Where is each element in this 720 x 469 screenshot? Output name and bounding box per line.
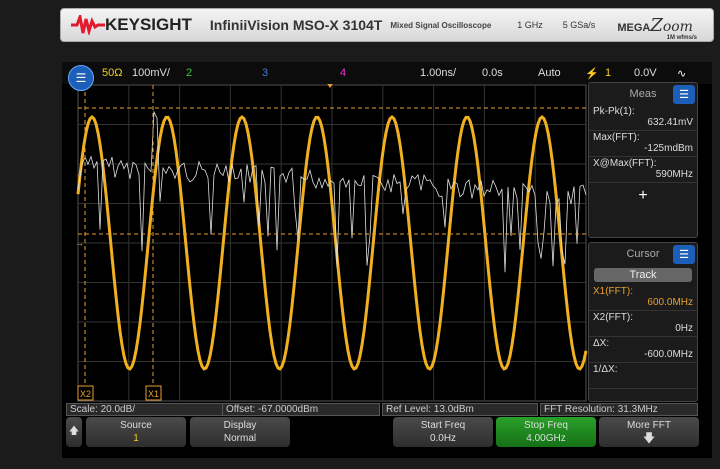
sample-rate-spec: 5 GSa/s — [562, 20, 596, 30]
fft-resolution: FFT Resolution: 31.3MHz — [540, 403, 698, 416]
ch1-scale[interactable]: 100mV/ — [132, 67, 170, 79]
cursor-row: X2(FFT): 0Hz — [589, 311, 697, 337]
add-measurement-button[interactable]: + — [589, 183, 697, 205]
ch3-label[interactable]: 3 — [262, 67, 268, 79]
fft-ref-level: Ref Level: 13.0dBm — [382, 403, 538, 416]
cursor-panel: Cursor ☰ Track X1(FFT): 600.0MHz X2(FFT): 0H… — [588, 242, 698, 402]
ch1-ground-marker: 1→ — [76, 238, 84, 248]
model-subtitle: Mixed Signal Oscilloscope — [390, 20, 492, 30]
cursor-mode-track[interactable]: Track — [594, 268, 692, 282]
meas-menu-button[interactable]: ☰ — [673, 85, 695, 104]
scope-screen: ☰ 50Ω 100mV/ 2 3 4 1.00ns/ 0.0s Auto ⚡ 1… — [62, 62, 712, 458]
meas-label: Max(FFT): — [593, 132, 640, 143]
cursor-title: Cursor — [626, 248, 660, 260]
trigger-edge-icon: ⚡ — [585, 67, 599, 80]
main-menu-button[interactable]: ☰ — [68, 65, 94, 91]
timebase[interactable]: 1.00ns/ — [420, 67, 456, 79]
meas-value: 632.41mV — [647, 117, 693, 128]
cursor-value: 600.0MHz — [647, 297, 693, 308]
meas-row: X@Max(FFT): 590MHz — [589, 157, 697, 183]
cursor-label: 1/ΔX: — [593, 364, 618, 375]
stop-freq-softkey[interactable]: Stop Freq 4.00GHz — [496, 417, 596, 447]
meas-label: X@Max(FFT): — [593, 158, 657, 169]
status-topbar: 50Ω 100mV/ 2 3 4 1.00ns/ 0.0s Auto ⚡ 1 0… — [62, 62, 712, 84]
more-fft-softkey[interactable]: More FFT 🡇 — [599, 417, 699, 447]
waveform-graticule[interactable]: X2 X1 1→ — [76, 84, 588, 402]
model-name: InfiniiVision MSO-X 3104T — [209, 17, 383, 33]
meas-value: -125mdBm — [644, 143, 693, 154]
cursor-x1-label: X1 — [148, 389, 159, 399]
cursor-row: X1(FFT): 600.0MHz — [589, 285, 697, 311]
cursor-x2-label: X2 — [80, 389, 91, 399]
cursor-label: ΔX: — [593, 338, 610, 349]
instrument-bezel: KEYSIGHT InfiniiVision MSO-X 3104T Mixed… — [60, 8, 714, 42]
display-softkey[interactable]: Display Normal — [190, 417, 290, 447]
fft-offset: Offset: -67.0000dBm — [222, 403, 380, 416]
megazoom-logo: MEGAZoom 1M wfms/s — [617, 14, 697, 41]
back-up-button[interactable]: 🡅 — [66, 417, 82, 447]
brand-name: KEYSIGHT — [105, 15, 192, 34]
cursor-row: ΔX: -600.0MHz — [589, 337, 697, 363]
bandwidth-spec: 1 GHz — [517, 20, 543, 30]
ch2-label[interactable]: 2 — [186, 67, 192, 79]
cursor-label: X1(FFT): — [593, 286, 633, 297]
cursor-label: X2(FFT): — [593, 312, 633, 323]
meas-value: 590MHz — [655, 169, 693, 180]
keysight-wave-icon — [71, 15, 105, 35]
ch4-label[interactable]: 4 — [340, 67, 346, 79]
cursor-value: -600.0MHz — [644, 349, 693, 360]
keysight-logo: KEYSIGHT — [71, 15, 192, 35]
cursor-row: 1/ΔX: — [589, 363, 697, 389]
trigger-mode[interactable]: Auto — [538, 67, 561, 79]
meas-panel: Meas ☰ Pk-Pk(1): 632.41mV Max(FFT): -125mdBm… — [588, 82, 698, 238]
meas-row: Max(FFT): -125mdBm — [589, 131, 697, 157]
delay[interactable]: 0.0s — [482, 67, 503, 79]
cursor-value — [593, 375, 693, 387]
start-freq-softkey[interactable]: Start Freq 0.0Hz — [393, 417, 493, 447]
ch1-impedance[interactable]: 50Ω — [102, 67, 122, 79]
trigger-level[interactable]: 0.0V — [634, 67, 657, 79]
down-arrow-icon: 🡇 — [642, 431, 656, 445]
meas-title: Meas — [629, 88, 657, 100]
meas-label: Pk-Pk(1): — [593, 106, 635, 117]
cursor-menu-button[interactable]: ☰ — [673, 245, 695, 264]
source-softkey[interactable]: Source 1 — [86, 417, 186, 447]
acquisition-icon[interactable]: ∿ — [677, 67, 686, 80]
trigger-source[interactable]: 1 — [605, 67, 611, 79]
meas-row: Pk-Pk(1): 632.41mV — [589, 105, 697, 131]
cursor-value: 0Hz — [675, 323, 693, 334]
